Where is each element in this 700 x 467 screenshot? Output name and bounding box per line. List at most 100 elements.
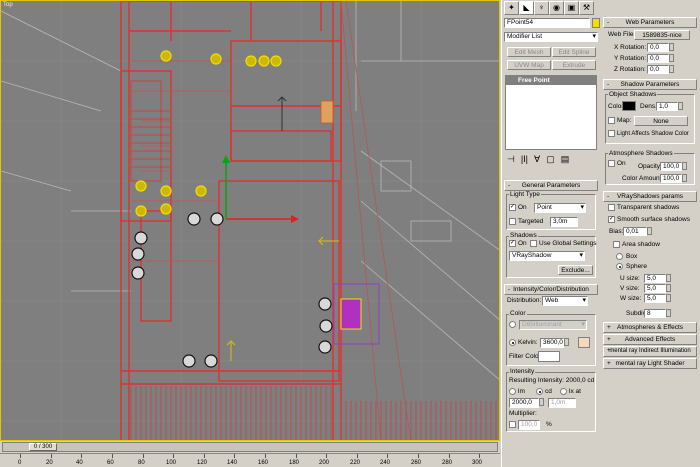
z-rotation-field[interactable]: 0,0 — [647, 65, 669, 74]
subdivs-field[interactable]: 8 — [644, 309, 666, 318]
y-rotation-field[interactable]: 0,0 — [647, 54, 669, 63]
uvw-map-button[interactable]: UVW Map — [507, 60, 551, 70]
object-name-field[interactable]: FPoint54 — [504, 18, 590, 28]
pin-stack-icon[interactable]: ⊣ — [507, 154, 515, 166]
density-field[interactable]: 1,0 — [656, 102, 678, 111]
x-rotation-label: X Rotation: — [614, 44, 647, 51]
modify-tab-icon[interactable]: ◣ — [519, 1, 534, 15]
color-preset-dropdown[interactable]: D65Illuminant — [519, 320, 587, 330]
edit-spline-button[interactable]: Edit Spline — [552, 47, 596, 57]
kelvin-radio[interactable] — [509, 339, 516, 346]
shadows-on-checkbox[interactable]: ✓ — [509, 240, 516, 247]
edit-mesh-button[interactable]: Edit Mesh — [507, 47, 551, 57]
subdivs-spinner[interactable] — [666, 309, 671, 317]
make-unique-icon[interactable]: ∀ — [534, 154, 540, 166]
general-parameters-rollout[interactable]: - General Parameters — [504, 180, 598, 191]
z-rotation-spinner[interactable] — [669, 65, 674, 73]
u-size-field[interactable]: 5,0 — [644, 274, 666, 283]
kelvin-field[interactable]: 3600,0 — [540, 338, 564, 348]
time-slider-thumb[interactable]: 0 / 300 — [29, 443, 57, 451]
mental-ray-indirect-illumination-rollout[interactable]: + mental ray Indirect Illumination — [603, 346, 697, 357]
target-distance-field[interactable]: 3,0m — [550, 217, 578, 227]
area-shadow-checkbox[interactable] — [613, 241, 620, 248]
motion-tab-icon[interactable]: ◉ — [549, 1, 564, 15]
show-end-result-icon[interactable]: |Ι| — [521, 154, 528, 166]
color-preset-radio[interactable] — [509, 321, 516, 328]
intensity-spinner[interactable] — [539, 398, 544, 406]
multiplier-field[interactable]: 100,0 — [518, 420, 540, 430]
intensity-value-field[interactable]: 2000,0 — [509, 398, 539, 408]
ruler-tick: 160 — [258, 460, 269, 466]
stack-item-free-point[interactable]: Free Point — [506, 76, 596, 85]
opacity-spinner[interactable] — [682, 162, 687, 170]
atmosphere-shadows-checkbox[interactable] — [608, 160, 615, 167]
distance-field[interactable]: 1,0m — [548, 398, 576, 408]
distribution-dropdown[interactable]: Web — [542, 296, 588, 306]
configure-sets-icon[interactable]: ▤ — [561, 154, 570, 166]
density-spinner[interactable] — [678, 102, 683, 110]
box-radio[interactable] — [616, 253, 623, 260]
smooth-surface-shadows-checkbox[interactable]: ✓ — [608, 216, 615, 223]
modifier-stack: Free Point — [505, 75, 597, 150]
shadow-type-dropdown[interactable]: VRayShadow — [509, 251, 585, 261]
hierarchy-tab-icon[interactable]: ♆ — [534, 1, 549, 15]
targeted-checkbox[interactable] — [509, 218, 516, 225]
shadow-map-button[interactable]: None — [634, 116, 688, 126]
bias-spinner[interactable] — [647, 227, 652, 235]
y-rotation-label: Y Rotation: — [614, 55, 647, 62]
vray-shadows-rollout[interactable]: - VRayShadows params — [603, 191, 697, 202]
cd-radio[interactable] — [536, 388, 543, 395]
utilities-tab-icon[interactable]: ⚒ — [579, 1, 594, 15]
u-size-spinner[interactable] — [666, 274, 671, 282]
intensity-color-distribution-rollout[interactable]: - Intensity/Color/Distribution — [504, 284, 598, 295]
w-size-field[interactable]: 5,0 — [644, 294, 666, 303]
y-rotation-spinner[interactable] — [669, 54, 674, 62]
w-size-spinner[interactable] — [666, 294, 671, 302]
color-amount-field[interactable]: 100,0 — [660, 174, 682, 183]
color-amount-spinner[interactable] — [682, 174, 687, 182]
advanced-effects-rollout[interactable]: + Advanced Effects — [603, 334, 697, 345]
light-on-label: On — [518, 204, 527, 211]
light-affects-shadow-color-checkbox[interactable] — [608, 130, 615, 137]
sphere-radio[interactable] — [616, 263, 623, 270]
v-size-spinner[interactable] — [666, 284, 671, 292]
track-ruler[interactable]: 0 20 40 60 80 100 120 140 160 180 200 22… — [0, 453, 500, 467]
filter-color-swatch[interactable] — [538, 351, 560, 362]
targeted-label: Targeted — [518, 218, 544, 225]
bias-field[interactable]: 0,01 — [623, 227, 647, 236]
web-file-button[interactable]: 1589835-nice — [634, 30, 690, 40]
create-tab-icon[interactable]: ✦ — [504, 1, 519, 15]
multiplier-checkbox[interactable] — [509, 421, 516, 428]
mental-ray-light-shader-rollout[interactable]: + mental ray Light Shader — [603, 358, 697, 369]
x-rotation-spinner[interactable] — [669, 43, 674, 51]
ruler-tick: 260 — [411, 460, 422, 466]
object-color-swatch[interactable] — [592, 18, 600, 28]
remove-modifier-icon[interactable]: ▢ — [546, 154, 555, 166]
shadow-map-checkbox[interactable] — [608, 117, 615, 124]
transparent-shadows-checkbox[interactable] — [608, 204, 615, 211]
atmospheres-effects-rollout[interactable]: + Atmospheres & Effects — [603, 322, 697, 333]
lx-at-radio[interactable] — [560, 388, 567, 395]
opacity-field[interactable]: 100,0 — [660, 162, 682, 171]
display-tab-icon[interactable]: ▣ — [564, 1, 579, 15]
light-on-checkbox[interactable]: ✓ — [509, 204, 516, 211]
web-parameters-rollout[interactable]: - Web Parameters — [603, 17, 697, 28]
shadow-parameters-rollout[interactable]: - Shadow Parameters — [603, 79, 697, 90]
v-size-field[interactable]: 5,0 — [644, 284, 666, 293]
ruler-tick: 100 — [166, 460, 177, 466]
viewport-label[interactable]: Top — [3, 2, 13, 8]
exclude-button[interactable]: Exclude... — [558, 265, 593, 275]
use-global-settings-checkbox[interactable] — [530, 240, 537, 247]
time-slider[interactable]: 0 / 300 — [2, 442, 498, 452]
modifier-list-dropdown[interactable]: Modifier List — [504, 32, 598, 42]
x-rotation-field[interactable]: 0,0 — [647, 43, 669, 52]
kelvin-color-swatch[interactable] — [578, 337, 590, 348]
extrude-button[interactable]: Extrude — [552, 60, 596, 70]
top-viewport[interactable]: Top — [0, 0, 500, 441]
lm-radio[interactable] — [509, 388, 516, 395]
ruler-tick: 180 — [289, 460, 300, 466]
kelvin-spinner[interactable] — [564, 338, 569, 346]
command-tabs: ✦ ◣ ♆ ◉ ▣ ⚒ — [504, 1, 594, 16]
shadow-color-swatch[interactable] — [622, 101, 636, 111]
light-type-dropdown[interactable]: Point — [534, 203, 586, 213]
